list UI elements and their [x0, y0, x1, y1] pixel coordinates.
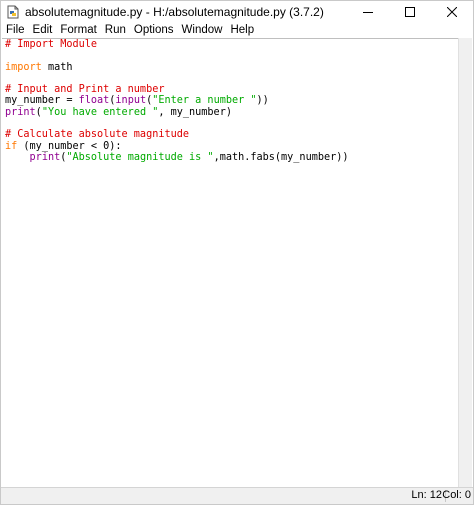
code-token-builtin: float: [78, 95, 110, 107]
menu-edit[interactable]: Edit: [29, 23, 57, 37]
code-token-builtin: print: [29, 151, 61, 163]
code-editor[interactable]: # Import Module import math # Input and …: [2, 38, 460, 491]
code-line[interactable]: # Import Module: [5, 39, 349, 50]
code-token-builtin: print: [5, 106, 36, 118]
code-token-plain: math: [41, 61, 73, 73]
code-line[interactable]: print("Absolute magnitude is ",math.fabs…: [5, 152, 349, 163]
code-token-string: "Enter a number ": [152, 95, 257, 107]
menu-bar: File Edit Format Run Options Window Help: [1, 23, 473, 37]
code-token-comment: # Input and Print a number: [5, 84, 165, 96]
minimize-button[interactable]: [347, 1, 389, 23]
code-line[interactable]: [5, 50, 349, 61]
code-line[interactable]: print("You have entered ", my_number): [5, 107, 349, 118]
code-token-keyword: import: [5, 61, 42, 73]
status-bar: Ln: 12 Col: 0: [1, 487, 473, 504]
python-file-icon: [6, 5, 20, 19]
menu-run[interactable]: Run: [101, 23, 130, 37]
code-line[interactable]: [5, 118, 349, 129]
menu-options[interactable]: Options: [130, 23, 178, 37]
code-token-builtin: input: [115, 95, 147, 107]
menu-help[interactable]: Help: [226, 23, 258, 37]
code-token-plain: (my_number < 0):: [17, 140, 122, 152]
code-line[interactable]: import math: [5, 62, 349, 73]
code-line[interactable]: if (my_number < 0):: [5, 141, 349, 152]
code-token-string: "Absolute magnitude is ": [66, 151, 214, 163]
code-line[interactable]: my_number = float(input("Enter a number …: [5, 95, 349, 106]
menu-window[interactable]: Window: [178, 23, 227, 37]
code-token-string: "You have entered ": [41, 106, 159, 118]
maximize-icon: [405, 7, 415, 17]
close-button[interactable]: [431, 1, 473, 23]
close-icon: [447, 7, 457, 17]
code-token-keyword: if: [5, 140, 18, 152]
idle-editor-window: absolutemagnitude.py - H:/absolutemagnit…: [0, 0, 474, 505]
window-controls: [347, 1, 473, 23]
minimize-icon: [363, 12, 373, 13]
code-line[interactable]: # Input and Print a number: [5, 84, 349, 95]
status-column-number: Col: 0: [442, 489, 471, 501]
title-bar[interactable]: absolutemagnitude.py - H:/absolutemagnit…: [1, 1, 473, 23]
code-token-plain: my_number =: [5, 95, 79, 107]
menu-file[interactable]: File: [1, 23, 29, 37]
code-line[interactable]: [5, 73, 349, 84]
vertical-scrollbar[interactable]: [458, 38, 472, 490]
code-token-plain: ,math.fabs(my_number)): [213, 151, 349, 163]
code-token-plain: )): [256, 95, 269, 107]
status-line-number: Ln: 12: [411, 489, 442, 501]
code-token-comment: # Import Module: [5, 39, 98, 50]
window-title: absolutemagnitude.py - H:/absolutemagnit…: [25, 5, 324, 19]
menu-format[interactable]: Format: [56, 23, 100, 37]
maximize-button[interactable]: [389, 1, 431, 23]
code-token-comment: # Calculate absolute magnitude: [5, 129, 190, 141]
code-token-plain: , my_number): [158, 106, 232, 118]
code-line[interactable]: # Calculate absolute magnitude: [5, 129, 349, 140]
code-text[interactable]: # Import Module import math # Input and …: [5, 39, 349, 163]
